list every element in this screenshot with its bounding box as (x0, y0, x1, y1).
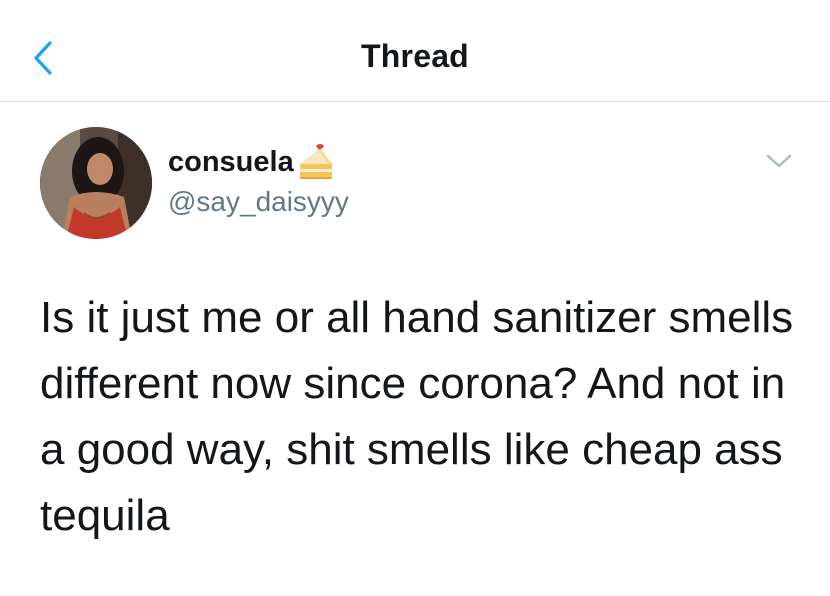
cake-icon (299, 144, 332, 179)
page-title: Thread (361, 38, 469, 74)
author-name-row[interactable]: consuela (168, 142, 336, 182)
tweet-text: Is it just me or all hand sanitizer smel… (40, 293, 794, 540)
display-name: consuela (168, 145, 294, 178)
avatar[interactable] (40, 127, 152, 239)
chevron-down-icon (766, 154, 792, 168)
more-options-button[interactable] (762, 150, 796, 174)
top-bar: Thread (0, 0, 830, 102)
author-handle[interactable]: @say_daisyyy (168, 186, 349, 218)
